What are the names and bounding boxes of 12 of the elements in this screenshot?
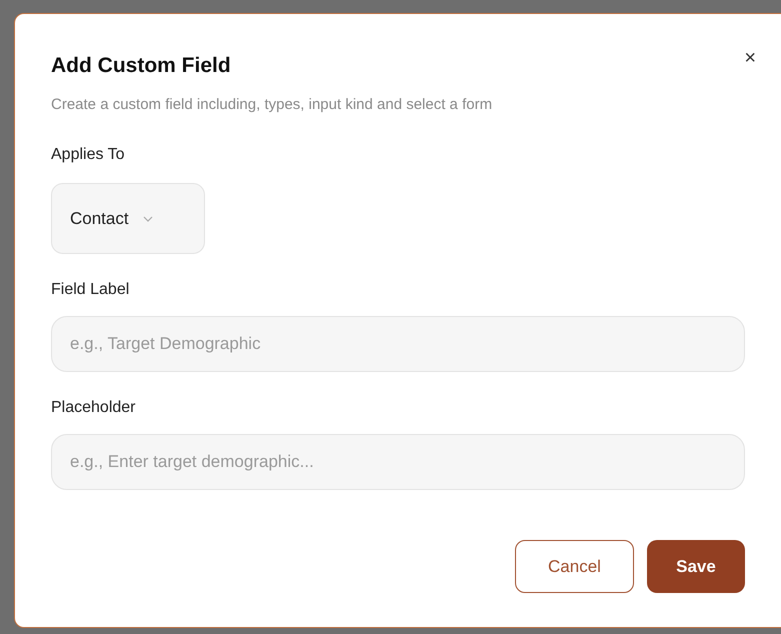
cancel-button[interactable]: Cancel <box>515 540 634 593</box>
input-field[interactable]: e.g., Enter target demographic... <box>51 434 745 490</box>
input-field[interactable]: e.g., Target Demographic <box>51 316 745 372</box>
field-label: Field Label <box>51 280 130 300</box>
save-button[interactable]: Save <box>647 540 745 593</box>
field-label: Placeholder <box>51 398 136 418</box>
field-label: Applies To <box>51 145 126 165</box>
close-button[interactable]: × <box>744 48 756 68</box>
dialog-title: Add Custom Field <box>51 53 231 79</box>
select-dropdown[interactable]: Contact <box>51 183 205 254</box>
dialog-subtitle: Create a custom field including, types, input kind and select a form <box>51 94 494 114</box>
chevron-down-icon <box>142 216 153 222</box>
